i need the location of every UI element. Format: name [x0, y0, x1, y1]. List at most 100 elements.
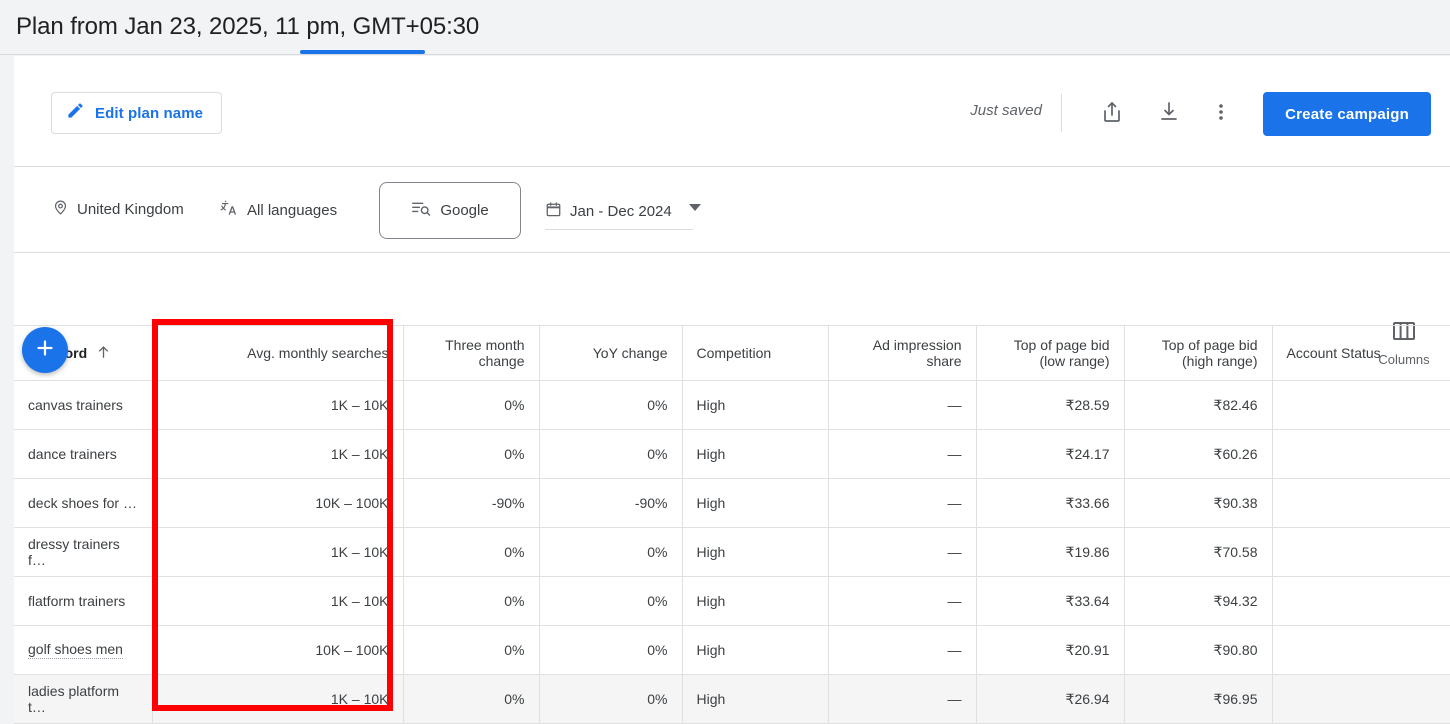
cell-account-status [1272, 625, 1450, 675]
save-status: Just saved [970, 102, 1042, 119]
table-body: canvas trainers 1K – 10K 0% 0% High — ₹28.59 ₹8… [14, 380, 1450, 724]
column-header-ad-impression-share[interactable]: Ad impression share [828, 325, 977, 381]
chevron-down-icon[interactable] [689, 204, 701, 211]
cell-avg-monthly-searches: 10K – 100K [152, 625, 404, 675]
toolbar-divider [1061, 94, 1062, 132]
cell-avg-monthly-searches: 1K – 10K [152, 380, 404, 430]
more-options-button[interactable] [1201, 94, 1241, 134]
edit-plan-name-button[interactable]: Edit plan name [51, 92, 223, 134]
cell-ad-impression-share: — [828, 380, 977, 430]
title-bar: Plan from Jan 23, 2025, 11 pm, GMT+05:30 [0, 0, 1450, 55]
cell-avg-monthly-searches: 1K – 10K [152, 674, 404, 724]
table-row[interactable]: golf shoes men 10K – 100K 0% 0% High — ₹20.91 ₹… [14, 625, 1450, 675]
add-keyword-button[interactable] [22, 327, 68, 373]
cell-three-month-change: 0% [403, 380, 540, 430]
date-range-select[interactable]: Jan - Dec 2024 [545, 194, 693, 230]
calendar-icon [545, 201, 562, 222]
table-row[interactable]: deck shoes for … 10K – 100K -90% -90% High — ₹… [14, 478, 1450, 528]
cell-ad-impression-share: — [828, 674, 977, 724]
date-range-label: Jan - Dec 2024 [570, 203, 672, 220]
cell-avg-monthly-searches: 1K – 10K [152, 576, 404, 626]
action-toolbar: Edit plan name Just saved Create campaig… [14, 56, 1450, 167]
cell-competition: High [682, 527, 829, 577]
table-row[interactable]: canvas trainers 1K – 10K 0% 0% High — ₹28.59 ₹8… [14, 380, 1450, 430]
column-header-top-of-page-bid-low[interactable]: Top of page bid (low range) [976, 325, 1125, 381]
cell-yoy-change: 0% [539, 429, 683, 479]
title-bar-divider [0, 54, 1450, 55]
cell-top-of-page-bid-low: ₹20.91 [976, 625, 1125, 675]
column-header-yoy-change[interactable]: YoY change [539, 325, 683, 381]
table-row[interactable]: dance trainers 1K – 10K 0% 0% High — ₹24.17 ₹60… [14, 429, 1450, 479]
cell-account-status [1272, 576, 1450, 626]
location-pin-icon [52, 199, 69, 220]
language-filter[interactable]: All languages [220, 199, 337, 222]
cell-competition: High [682, 576, 829, 626]
cell-competition: High [682, 380, 829, 430]
cell-account-status [1272, 380, 1450, 430]
translate-icon [220, 199, 239, 222]
cell-top-of-page-bid-high: ₹82.46 [1124, 380, 1273, 430]
plus-icon [33, 336, 57, 365]
cell-competition: High [682, 429, 829, 479]
cell-account-status [1272, 429, 1450, 479]
network-filter[interactable]: Google [379, 182, 521, 239]
cell-competition: High [682, 625, 829, 675]
cell-top-of-page-bid-low: ₹33.66 [976, 478, 1125, 528]
cell-ad-impression-share: — [828, 527, 977, 577]
pencil-icon [66, 101, 85, 125]
create-campaign-button[interactable]: Create campaign [1263, 92, 1431, 136]
cell-account-status [1272, 527, 1450, 577]
cell-yoy-change: 0% [539, 576, 683, 626]
cell-three-month-change: 0% [403, 576, 540, 626]
download-icon [1157, 100, 1181, 129]
cell-three-month-change: 0% [403, 674, 540, 724]
table-row[interactable]: dressy trainers f… 1K – 10K 0% 0% High — ₹19.8… [14, 527, 1450, 577]
cell-keyword: canvas trainers [14, 380, 153, 430]
language-filter-label: All languages [247, 202, 338, 219]
cell-account-status [1272, 674, 1450, 724]
table-row[interactable]: flatform trainers 1K – 10K 0% 0% High — ₹33.64… [14, 576, 1450, 626]
cell-top-of-page-bid-high: ₹70.58 [1124, 527, 1273, 577]
location-filter[interactable]: United Kingdom [52, 199, 184, 220]
cell-top-of-page-bid-low: ₹26.94 [976, 674, 1125, 724]
keyword-hint-text[interactable]: golf shoes men [28, 641, 123, 659]
more-vert-icon [1211, 102, 1231, 127]
cell-keyword: dance trainers [14, 429, 153, 479]
cell-top-of-page-bid-high: ₹90.38 [1124, 478, 1273, 528]
filter-bar: United Kingdom All languages Google Jan … [14, 168, 1450, 253]
cell-competition: High [682, 674, 829, 724]
cell-top-of-page-bid-high: ₹90.80 [1124, 625, 1273, 675]
page-title: Plan from Jan 23, 2025, 11 pm, GMT+05:30 [16, 13, 480, 40]
cell-yoy-change: 0% [539, 380, 683, 430]
cell-yoy-change: 0% [539, 625, 683, 675]
table-row[interactable]: ladies platform t… 1K – 10K 0% 0% High — ₹26.9… [14, 674, 1450, 724]
column-header-top-of-page-bid-high[interactable]: Top of page bid (high range) [1124, 325, 1273, 381]
column-header-competition[interactable]: Competition [682, 325, 829, 381]
network-filter-label: Google [440, 202, 489, 219]
column-header-account-status[interactable]: Account Status [1272, 325, 1450, 381]
cell-avg-monthly-searches: 1K – 10K [152, 527, 404, 577]
cell-three-month-change: 0% [403, 527, 540, 577]
cell-avg-monthly-searches: 10K – 100K [152, 478, 404, 528]
cell-keyword: dressy trainers f… [14, 527, 153, 577]
content-panel: Edit plan name Just saved Create campaig… [14, 56, 1450, 724]
cell-top-of-page-bid-low: ₹33.64 [976, 576, 1125, 626]
cell-yoy-change: -90% [539, 478, 683, 528]
column-header-avg-monthly-searches[interactable]: Avg. monthly searches [152, 325, 404, 381]
cell-ad-impression-share: — [828, 478, 977, 528]
cell-yoy-change: 0% [539, 674, 683, 724]
cell-yoy-change: 0% [539, 527, 683, 577]
cell-top-of-page-bid-low: ₹19.86 [976, 527, 1125, 577]
edit-plan-name-label: Edit plan name [95, 104, 204, 122]
column-header-three-month-change[interactable]: Three month change [403, 325, 540, 381]
left-gutter [0, 56, 14, 719]
location-filter-label: United Kingdom [77, 201, 184, 218]
cell-three-month-change: 0% [403, 429, 540, 479]
cell-ad-impression-share: — [828, 625, 977, 675]
cell-ad-impression-share: — [828, 429, 977, 479]
download-button[interactable] [1149, 94, 1189, 134]
cell-avg-monthly-searches: 1K – 10K [152, 429, 404, 479]
cell-top-of-page-bid-high: ₹60.26 [1124, 429, 1273, 479]
share-button[interactable] [1092, 94, 1132, 134]
keyword-table: Keyword Avg. monthly searches Three mont… [14, 325, 1450, 724]
